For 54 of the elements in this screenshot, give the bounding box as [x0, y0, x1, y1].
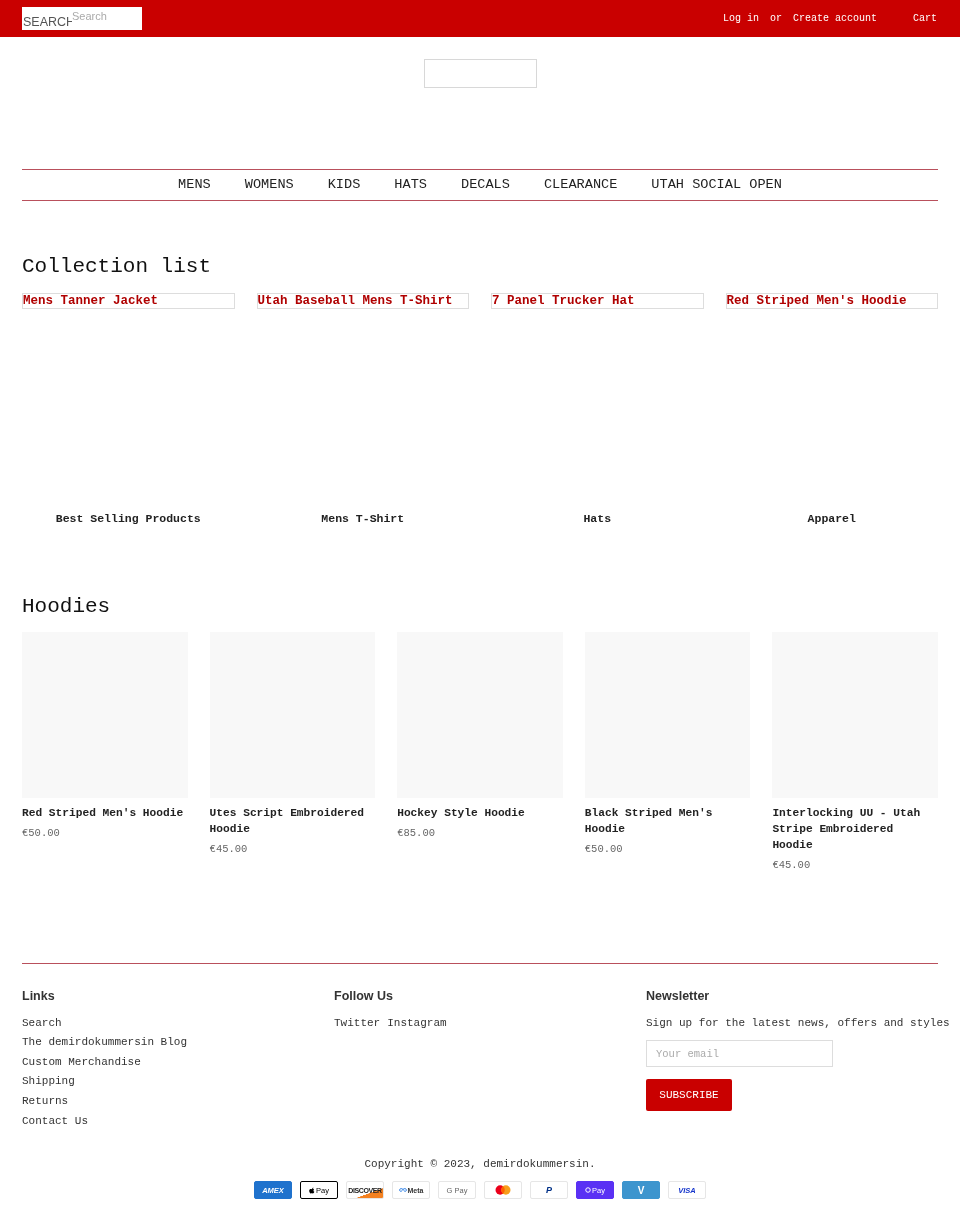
collection-image-link[interactable]: Red Striped Men's Hoodie [725, 293, 938, 309]
nav-link[interactable]: DECALS [461, 176, 510, 194]
nav-link[interactable]: HATS [394, 176, 427, 194]
footer-link[interactable]: Search [22, 1013, 62, 1034]
copyright-text: Copyright © 2023, demirdokummersin. [363, 1157, 597, 1173]
cart-link[interactable]: Cart [913, 11, 937, 26]
product-title[interactable]: Utes Script Embroidered Hoodie [209, 804, 376, 837]
nav-link[interactable]: UTAH SOCIAL OPEN [651, 176, 782, 194]
create-account-link[interactable]: Create account [792, 11, 877, 26]
collection-image-link[interactable]: Mens Tanner Jacket [22, 293, 235, 309]
product-price: €50.00 [584, 841, 623, 857]
payment-label: V [637, 1185, 645, 1195]
payment-label: P [546, 1185, 552, 1195]
footer-heading: Follow Us [334, 987, 394, 1004]
nav-link[interactable]: KIDS [327, 176, 361, 194]
circles-icon [495, 1185, 511, 1196]
social-link[interactable]: Instagram [387, 1013, 447, 1034]
product-title[interactable]: Hockey Style Hoodie [397, 804, 525, 821]
subscribe-button[interactable]: SUBSCRIBE [646, 1079, 732, 1112]
footer-link[interactable]: Contact Us [22, 1111, 88, 1132]
nav-link[interactable]: CLEARANCE [543, 176, 618, 194]
collection-title[interactable]: Hats [583, 511, 612, 527]
product-title[interactable]: Red Striped Men's Hoodie [22, 804, 184, 821]
logo-placeholder[interactable] [423, 59, 537, 88]
product-title[interactable]: Black Striped Men's Hoodie [584, 804, 751, 837]
search-field[interactable]: Search [72, 7, 142, 30]
footer-link[interactable]: Custom Merchandise [22, 1052, 141, 1073]
footer-link[interactable]: Shipping [22, 1072, 75, 1092]
collection-image-link[interactable]: Utah Baseball Mens T-Shirt [256, 293, 469, 309]
product-price: €45.00 [209, 841, 248, 857]
apple-icon [309, 1186, 316, 1194]
nav-link[interactable]: MENS [178, 176, 211, 194]
social-link[interactable]: Twitter [334, 1013, 381, 1034]
collection-title[interactable]: Mens T-Shirt [321, 511, 405, 527]
footer-link[interactable]: The demirdokummersin Blog [22, 1033, 188, 1053]
ring-icon [585, 1187, 592, 1194]
product-price: €45.00 [772, 857, 811, 873]
login-link[interactable]: Log in [722, 11, 759, 26]
product-price: €50.00 [22, 825, 60, 841]
section-heading: Hoodies [22, 594, 112, 620]
newsletter-text: Sign up for the latest news, offers and styles [646, 1015, 950, 1031]
collection-title[interactable]: Best Selling Products [55, 511, 201, 527]
product-title[interactable]: Interlocking UU - Utah Stripe Embroidered Hoodie [772, 804, 938, 853]
footer-heading: Links [22, 987, 55, 1004]
footer-link[interactable]: Returns [22, 1092, 69, 1112]
collection-title[interactable]: Apparel [807, 511, 856, 527]
nav-link[interactable]: WOMENS [244, 176, 294, 194]
infinity-icon [398, 1188, 407, 1193]
product-price: €85.00 [397, 825, 435, 841]
footer-heading: Newsletter [646, 987, 710, 1004]
collection-image-link[interactable]: 7 Panel Trucker Hat [491, 293, 704, 309]
section-heading: Collection list [22, 254, 213, 280]
email-field[interactable]: Your email [646, 1040, 833, 1068]
separator-text: or [769, 11, 782, 26]
